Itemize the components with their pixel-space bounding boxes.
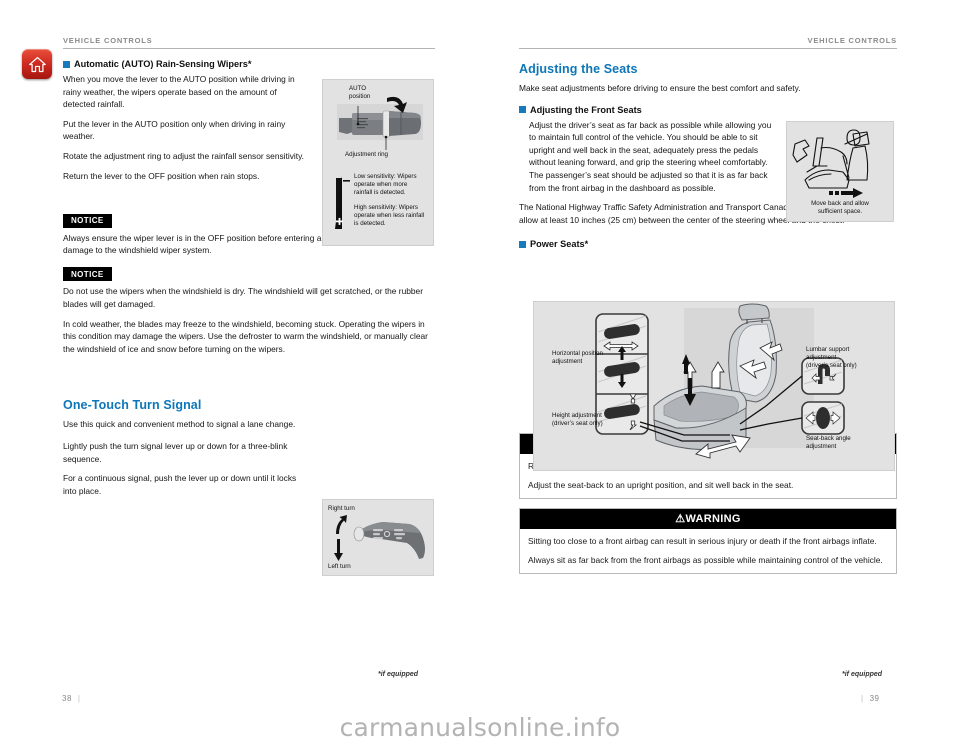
paragraph: Use this quick and convenient method to … [63,419,296,430]
heading-adjusting-the-seats: Adjusting the Seats [519,62,638,76]
heading-power-seats: Power Seats* [519,239,897,249]
footnote-right: *if equipped [842,671,883,678]
running-header-left: VEHICLE CONTROLS [63,36,435,49]
folio-rule: | [861,694,864,703]
figure-label-low-sensitivity: Low sensitivity: Wipers operate when mor… [354,173,417,196]
paragraph: Rotate the adjustment ring to adjust the… [63,150,304,161]
home-icon [28,56,46,72]
figure-power-seat-controls: Horizontal position adjustment Height ad… [533,301,895,471]
warning-bar: ⚠WARNING [520,509,896,530]
folio-rule: | [77,694,81,703]
paragraph: Lightly push the turn signal lever up or… [63,440,288,464]
paragraph: Sitting too close to a front airbag can … [528,536,877,547]
heading-one-touch-turn-signal: One-Touch Turn Signal [63,398,202,413]
square-bullet-icon [519,240,526,248]
heading-auto-rain-sensing-wipers: Automatic (AUTO) Rain-Sensing Wipers* [63,59,435,69]
folio-right: | 39 [861,694,880,703]
figure-label-right-turn: Right turn [328,505,355,512]
square-bullet-icon [63,60,70,68]
paragraph: In cold weather, the blades may freeze t… [63,318,428,354]
warning-box-2: ⚠WARNING Sitting too close to a front ai… [519,508,897,574]
home-button[interactable] [22,49,52,79]
site-watermark: carmanualsonline.info [339,713,621,742]
paragraph: Do not use the wipers when the windshiel… [63,286,424,309]
figure-label-auto-position: AUTO position [349,85,371,100]
square-bullet-icon [519,106,526,114]
paragraph: Put the lever in the AUTO position only … [63,118,286,142]
figure-label-height-adjustment: Height adjustment (driver’s seat only) [552,412,603,427]
front-seats-text-column: Adjust the driver’s seat as far back as … [529,119,779,195]
warning-title: WARNING [685,513,741,526]
heading-adjusting-the-front-seats: Adjusting the Front Seats [519,105,897,115]
paragraph: Return the lever to the OFF position whe… [63,170,260,181]
paragraph: Make seat adjustments before driving to … [519,83,801,93]
paragraph: When you move the lever to the AUTO posi… [63,74,295,110]
heading-label: Automatic (AUTO) Rain-Sensing Wipers* [74,59,252,69]
paragraph: Always sit as far back from the front ai… [528,554,883,565]
warning-triangle-icon: ⚠ [675,513,686,526]
figure-turn-signal-lever: Right turn Left turn [322,499,434,576]
figure-label-lumbar-support: Lumbar support adjustment (driver’s seat… [806,346,857,369]
wipers-text-column: When you move the lever to the AUTO posi… [63,73,311,182]
paragraph: Adjust the driver’s seat as far back as … [529,119,772,193]
running-header-right: VEHICLE CONTROLS [519,36,897,49]
driver-posture-illustration [792,129,870,198]
notice-tag: NOTICE [63,267,112,282]
turn-signal-text-column: Lightly push the turn signal lever up or… [63,440,311,497]
paragraph: Adjust the seat-back to an upright posit… [528,479,794,490]
figure-label-seat-back-angle: Seat-back angle adjustment [806,435,851,450]
figure-rain-sensing-wiper-lever: AUTO position Adjustment ring Low sensit… [322,79,434,246]
manual-page-spread: VEHICLE CONTROLS Automatic (AUTO) Rain-S… [0,0,960,750]
figure-seating-posture: Move back and allow sufficient space. [786,121,894,222]
warning-body: Sitting too close to a front airbag can … [520,529,896,573]
figure-label-high-sensitivity: High sensitivity: Wipers operate when le… [354,204,425,227]
folio-left: 38 | [62,694,81,703]
notice-block-2: NOTICE Do not use the wipers when the wi… [63,264,435,355]
figure-label-left-turn: Left turn [328,563,351,570]
figure-caption-move-back: Move back and allow sufficient space. [811,200,869,215]
figure-label-horizontal-position: Horizontal position adjustment [552,350,603,365]
heading-label: Adjusting the Front Seats [530,104,642,115]
paragraph: For a continuous signal, push the lever … [63,473,297,496]
footnote-left: *if equipped [378,671,419,678]
figure-label-adjustment-ring: Adjustment ring [345,151,388,158]
notice-tag: NOTICE [63,213,112,228]
heading-label: Power Seats* [530,239,589,250]
